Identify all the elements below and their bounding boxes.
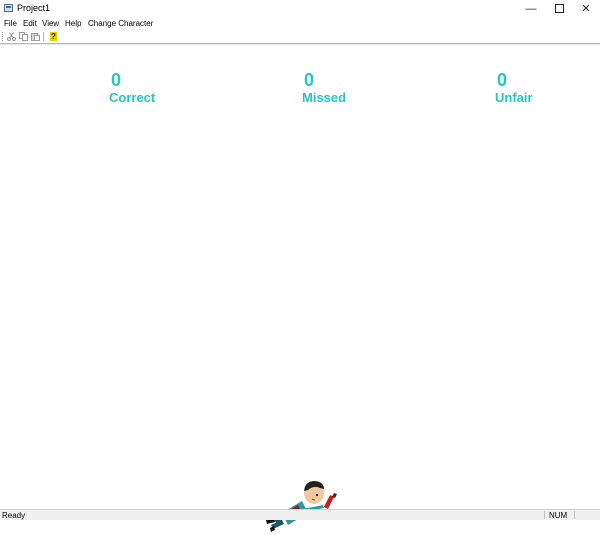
- maximize-button[interactable]: [545, 0, 573, 17]
- status-separator: [544, 511, 545, 519]
- unfair-count: 0: [497, 70, 508, 90]
- menu-file[interactable]: File: [4, 19, 17, 28]
- missed-label: Missed: [302, 90, 347, 105]
- missed-count: 0: [304, 70, 315, 90]
- unfair-label: Unfair: [495, 90, 533, 105]
- menu-view[interactable]: View: [42, 19, 59, 28]
- correct-count: 0: [111, 70, 122, 90]
- about-button[interactable]: ?: [48, 31, 59, 42]
- menu-bar: File Edit View Help Change Character: [0, 17, 600, 30]
- toolbar-grip[interactable]: [2, 32, 5, 41]
- menu-change-character[interactable]: Change Character: [88, 19, 153, 28]
- status-separator: [574, 511, 575, 519]
- score-missed: 0 Missed: [302, 70, 346, 105]
- game-area[interactable]: 0 Correct 0 Missed 0 Unfair: [0, 44, 600, 532]
- score-unfair: 0 Unfair: [495, 70, 533, 105]
- minimize-button[interactable]: —: [517, 0, 545, 17]
- copy-icon: [19, 32, 28, 41]
- toolbar-separator: [43, 32, 44, 41]
- score-correct: 0 Correct: [109, 70, 155, 105]
- window-title: Project1: [17, 3, 51, 13]
- minimize-icon: —: [525, 2, 537, 15]
- paste-button[interactable]: [30, 31, 41, 42]
- scissors-icon: [7, 32, 16, 41]
- menu-help[interactable]: Help: [65, 19, 81, 28]
- help-question-icon: ?: [50, 32, 57, 41]
- correct-label: Correct: [109, 90, 156, 105]
- app-icon: [4, 4, 13, 12]
- close-icon: ✕: [581, 3, 591, 15]
- maximize-icon: [554, 4, 564, 13]
- close-button[interactable]: ✕: [572, 0, 600, 17]
- fallen-character-sprite: [266, 481, 337, 532]
- status-bar: Ready NUM: [0, 509, 600, 520]
- copy-button[interactable]: [18, 31, 29, 42]
- cut-button[interactable]: [6, 31, 17, 42]
- title-bar: Project1 — ✕: [0, 0, 600, 17]
- toolbar: ?: [0, 30, 600, 44]
- menu-edit[interactable]: Edit: [23, 19, 37, 28]
- paste-icon: [31, 33, 40, 41]
